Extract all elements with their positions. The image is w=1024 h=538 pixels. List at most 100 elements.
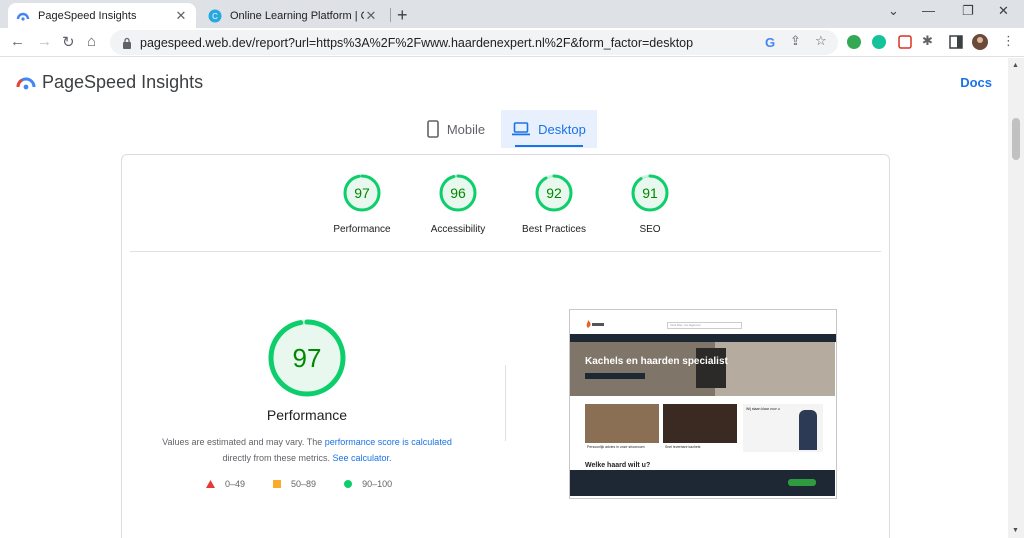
legend-label: 90–100 xyxy=(362,479,393,489)
card-divider xyxy=(130,251,881,252)
performance-score-link[interactable]: performance score is calculated xyxy=(325,437,452,447)
tab-title: Online Learning Platform | Corpo xyxy=(230,9,364,22)
bookmark-star-icon[interactable]: ☆ xyxy=(815,33,827,49)
legend-pass: 90–100 xyxy=(344,479,392,489)
tab-separator xyxy=(390,8,391,22)
scroll-down-icon[interactable]: ▼ xyxy=(1012,527,1019,534)
site-tile-contact: Wij staan klaar voor u xyxy=(743,404,823,452)
new-tab-icon[interactable]: + xyxy=(397,5,408,26)
site-search-input: Vind filter, zet bijgevoel xyxy=(667,322,742,329)
side-panel-icon[interactable] xyxy=(948,34,964,50)
person-image xyxy=(799,410,817,450)
scroll-up-icon[interactable]: ▲ xyxy=(1012,62,1019,69)
extension-red-icon[interactable] xyxy=(897,34,913,50)
report-card: 97 Performance 96 Accessibility 92 Best … xyxy=(121,154,890,538)
score-legend: 0–49 50–89 90–100 xyxy=(206,479,420,489)
tile-caption: Persoonlijk advies in onze showroom xyxy=(585,443,659,452)
tab-mobile[interactable]: Mobile xyxy=(412,110,500,148)
vertical-separator xyxy=(505,365,506,441)
site-tile-showroom: Persoonlijk advies in onze showroom xyxy=(585,404,659,452)
url-text: pagespeed.web.dev/report?url=https%3A%2F… xyxy=(140,35,694,50)
home-icon[interactable]: ⌂ xyxy=(87,33,96,50)
disclaimer-text: Values are estimated and may vary. The xyxy=(162,437,323,447)
extension-green-icon[interactable] xyxy=(846,34,862,50)
disclaimer-text: directly from these metrics. xyxy=(222,453,330,463)
phone-icon xyxy=(427,120,439,138)
tile-caption: Wij staan klaar voor u xyxy=(746,407,780,411)
legend-fail: 0–49 xyxy=(206,479,245,489)
fail-triangle-icon xyxy=(206,480,215,488)
gauge-label: SEO xyxy=(639,224,661,235)
scrollbar-thumb[interactable] xyxy=(1012,118,1020,160)
legend-label: 0–49 xyxy=(225,479,246,489)
learning-platform-favicon-icon: C xyxy=(208,9,222,22)
legend-average: 50–89 xyxy=(273,479,316,489)
gauge-label: Accessibility xyxy=(430,224,486,235)
tab-pagespeed[interactable]: PageSpeed Insights ✕ xyxy=(8,3,196,28)
site-section-heading: Welke haard wilt u? xyxy=(585,462,651,469)
gauge-accessibility[interactable]: 96 Accessibility xyxy=(413,173,503,235)
tile-caption: Snel leverbare kachels xyxy=(663,443,737,452)
tab-desktop-label: Desktop xyxy=(538,121,586,137)
final-screenshot: Vind filter, zet bijgevoel Kachels en ha… xyxy=(569,309,837,499)
cookie-accept-button xyxy=(788,479,816,486)
gauge-label: Best Practices xyxy=(522,224,586,235)
laptop-icon xyxy=(512,122,531,136)
hero-heading: Kachels en haarden specialist xyxy=(585,356,728,367)
pagespeed-favicon-icon xyxy=(16,12,30,21)
psi-header: PageSpeed Insights Docs xyxy=(0,58,1008,108)
close-window-icon[interactable]: ✕ xyxy=(998,3,1009,19)
gauge-performance[interactable]: 97 Performance xyxy=(317,173,407,235)
extensions-puzzle-icon[interactable]: ✱ xyxy=(922,33,933,49)
site-logo-icon xyxy=(586,320,604,328)
back-arrow-icon[interactable]: ← xyxy=(10,33,25,50)
psi-title: PageSpeed Insights xyxy=(42,72,204,92)
svg-text:G: G xyxy=(765,35,775,50)
average-square-icon xyxy=(273,480,282,488)
gauge-score: 97 xyxy=(354,185,370,201)
site-header: Vind filter, zet bijgevoel xyxy=(570,310,836,334)
google-icon[interactable]: G xyxy=(762,34,778,50)
tab-learning-platform[interactable]: C Online Learning Platform | Corpo ✕ xyxy=(200,3,386,28)
gauge-score: 91 xyxy=(642,185,658,201)
gauge-seo[interactable]: 91 SEO xyxy=(605,173,695,235)
gauge-label: Performance xyxy=(333,224,391,235)
see-calculator-link[interactable]: See calculator. xyxy=(333,453,392,463)
close-tab-icon[interactable]: ✕ xyxy=(364,8,378,24)
tab-search-chevron-icon[interactable]: ⌄ xyxy=(888,3,899,19)
tab-strip: PageSpeed Insights ✕ C Online Learning P… xyxy=(0,0,1024,28)
forward-arrow-icon[interactable]: → xyxy=(37,33,52,50)
legend-label: 50–89 xyxy=(291,479,317,489)
pass-circle-icon xyxy=(344,480,353,488)
browser-toolbar: ← → ↻ ⌂ pagespeed.web.dev/report?url=htt… xyxy=(0,28,1024,57)
profile-avatar[interactable] xyxy=(972,34,988,50)
pagespeed-logo-icon xyxy=(16,77,36,90)
site-navbar xyxy=(570,334,836,342)
lock-icon xyxy=(123,37,131,49)
close-tab-icon[interactable]: ✕ xyxy=(174,8,188,24)
browser-menu-icon[interactable]: ⋮ xyxy=(1002,33,1015,49)
site-hero: Kachels en haarden specialist xyxy=(570,342,835,396)
restore-icon[interactable]: ❐ xyxy=(962,3,974,19)
svg-text:C: C xyxy=(212,12,218,21)
page-content: PageSpeed Insights Docs Mobile Desktop 9… xyxy=(0,58,1008,538)
share-icon[interactable]: ⇪ xyxy=(790,33,801,49)
address-bar[interactable]: pagespeed.web.dev/report?url=https%3A%2F… xyxy=(110,30,838,55)
hero-cta xyxy=(585,373,645,379)
gauge-best-practices[interactable]: 92 Best Practices xyxy=(509,173,599,235)
docs-link[interactable]: Docs xyxy=(960,75,992,90)
cookie-banner xyxy=(570,470,835,496)
hero-stove-image xyxy=(696,348,726,388)
tab-desktop[interactable]: Desktop xyxy=(501,110,597,148)
category-gauges: 97 Performance 96 Accessibility 92 Best … xyxy=(122,173,889,253)
reload-icon[interactable]: ↻ xyxy=(62,33,75,51)
grammarly-icon[interactable] xyxy=(871,34,887,50)
score-disclaimer: Values are estimated and may vary. The p… xyxy=(142,434,472,466)
gauge-score: 96 xyxy=(450,185,466,201)
site-tile-kachels: Snel leverbare kachels xyxy=(663,404,737,452)
hero-image xyxy=(715,342,835,396)
page-scrollbar[interactable]: ▲ ▼ xyxy=(1008,58,1024,538)
performance-main-label: Performance xyxy=(266,407,348,423)
minimize-icon[interactable]: — xyxy=(922,3,935,18)
gauge-score: 92 xyxy=(546,185,562,201)
